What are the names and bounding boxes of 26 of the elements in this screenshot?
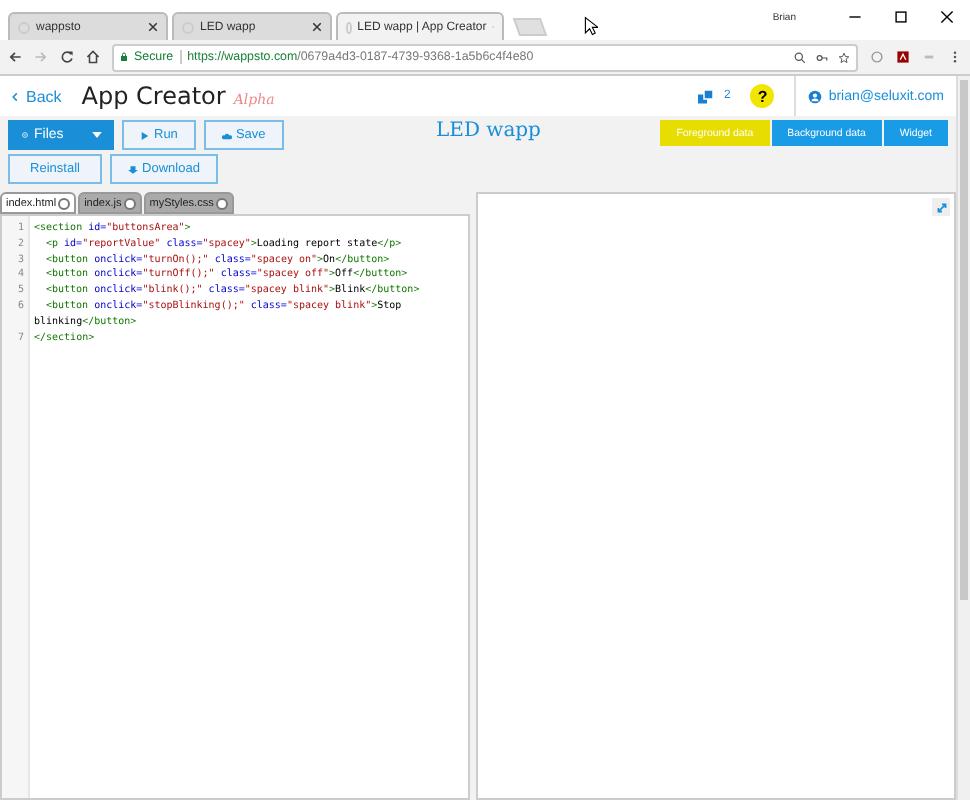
lock-icon <box>120 52 128 62</box>
help-button[interactable]: ? <box>750 84 775 108</box>
play-icon <box>140 131 150 139</box>
download-icon <box>128 165 139 173</box>
zoom-icon[interactable] <box>794 51 806 63</box>
back-link[interactable]: Back <box>26 87 62 105</box>
home-icon[interactable] <box>86 50 100 64</box>
scrollbar[interactable] <box>956 76 970 800</box>
layers-icon[interactable] <box>697 88 716 104</box>
app-name: LED wapp <box>436 120 541 142</box>
expand-icon[interactable] <box>932 198 950 216</box>
back-arrow-icon[interactable] <box>8 50 22 64</box>
app-title: App Creator <box>81 82 226 110</box>
user-icon <box>808 89 823 103</box>
reload-icon[interactable] <box>60 50 74 64</box>
files-icon <box>20 132 30 138</box>
star-icon[interactable] <box>838 51 850 63</box>
menu-icon[interactable] <box>948 50 962 64</box>
minimize-icon[interactable] <box>848 10 862 24</box>
circle-icon[interactable] <box>870 50 884 64</box>
maximize-icon[interactable] <box>894 10 908 24</box>
pdf-icon[interactable] <box>896 50 910 64</box>
cloud-icon <box>221 131 232 139</box>
caret-icon <box>92 132 102 138</box>
key-icon[interactable] <box>816 51 828 63</box>
chevron-left-icon[interactable] <box>12 91 18 101</box>
